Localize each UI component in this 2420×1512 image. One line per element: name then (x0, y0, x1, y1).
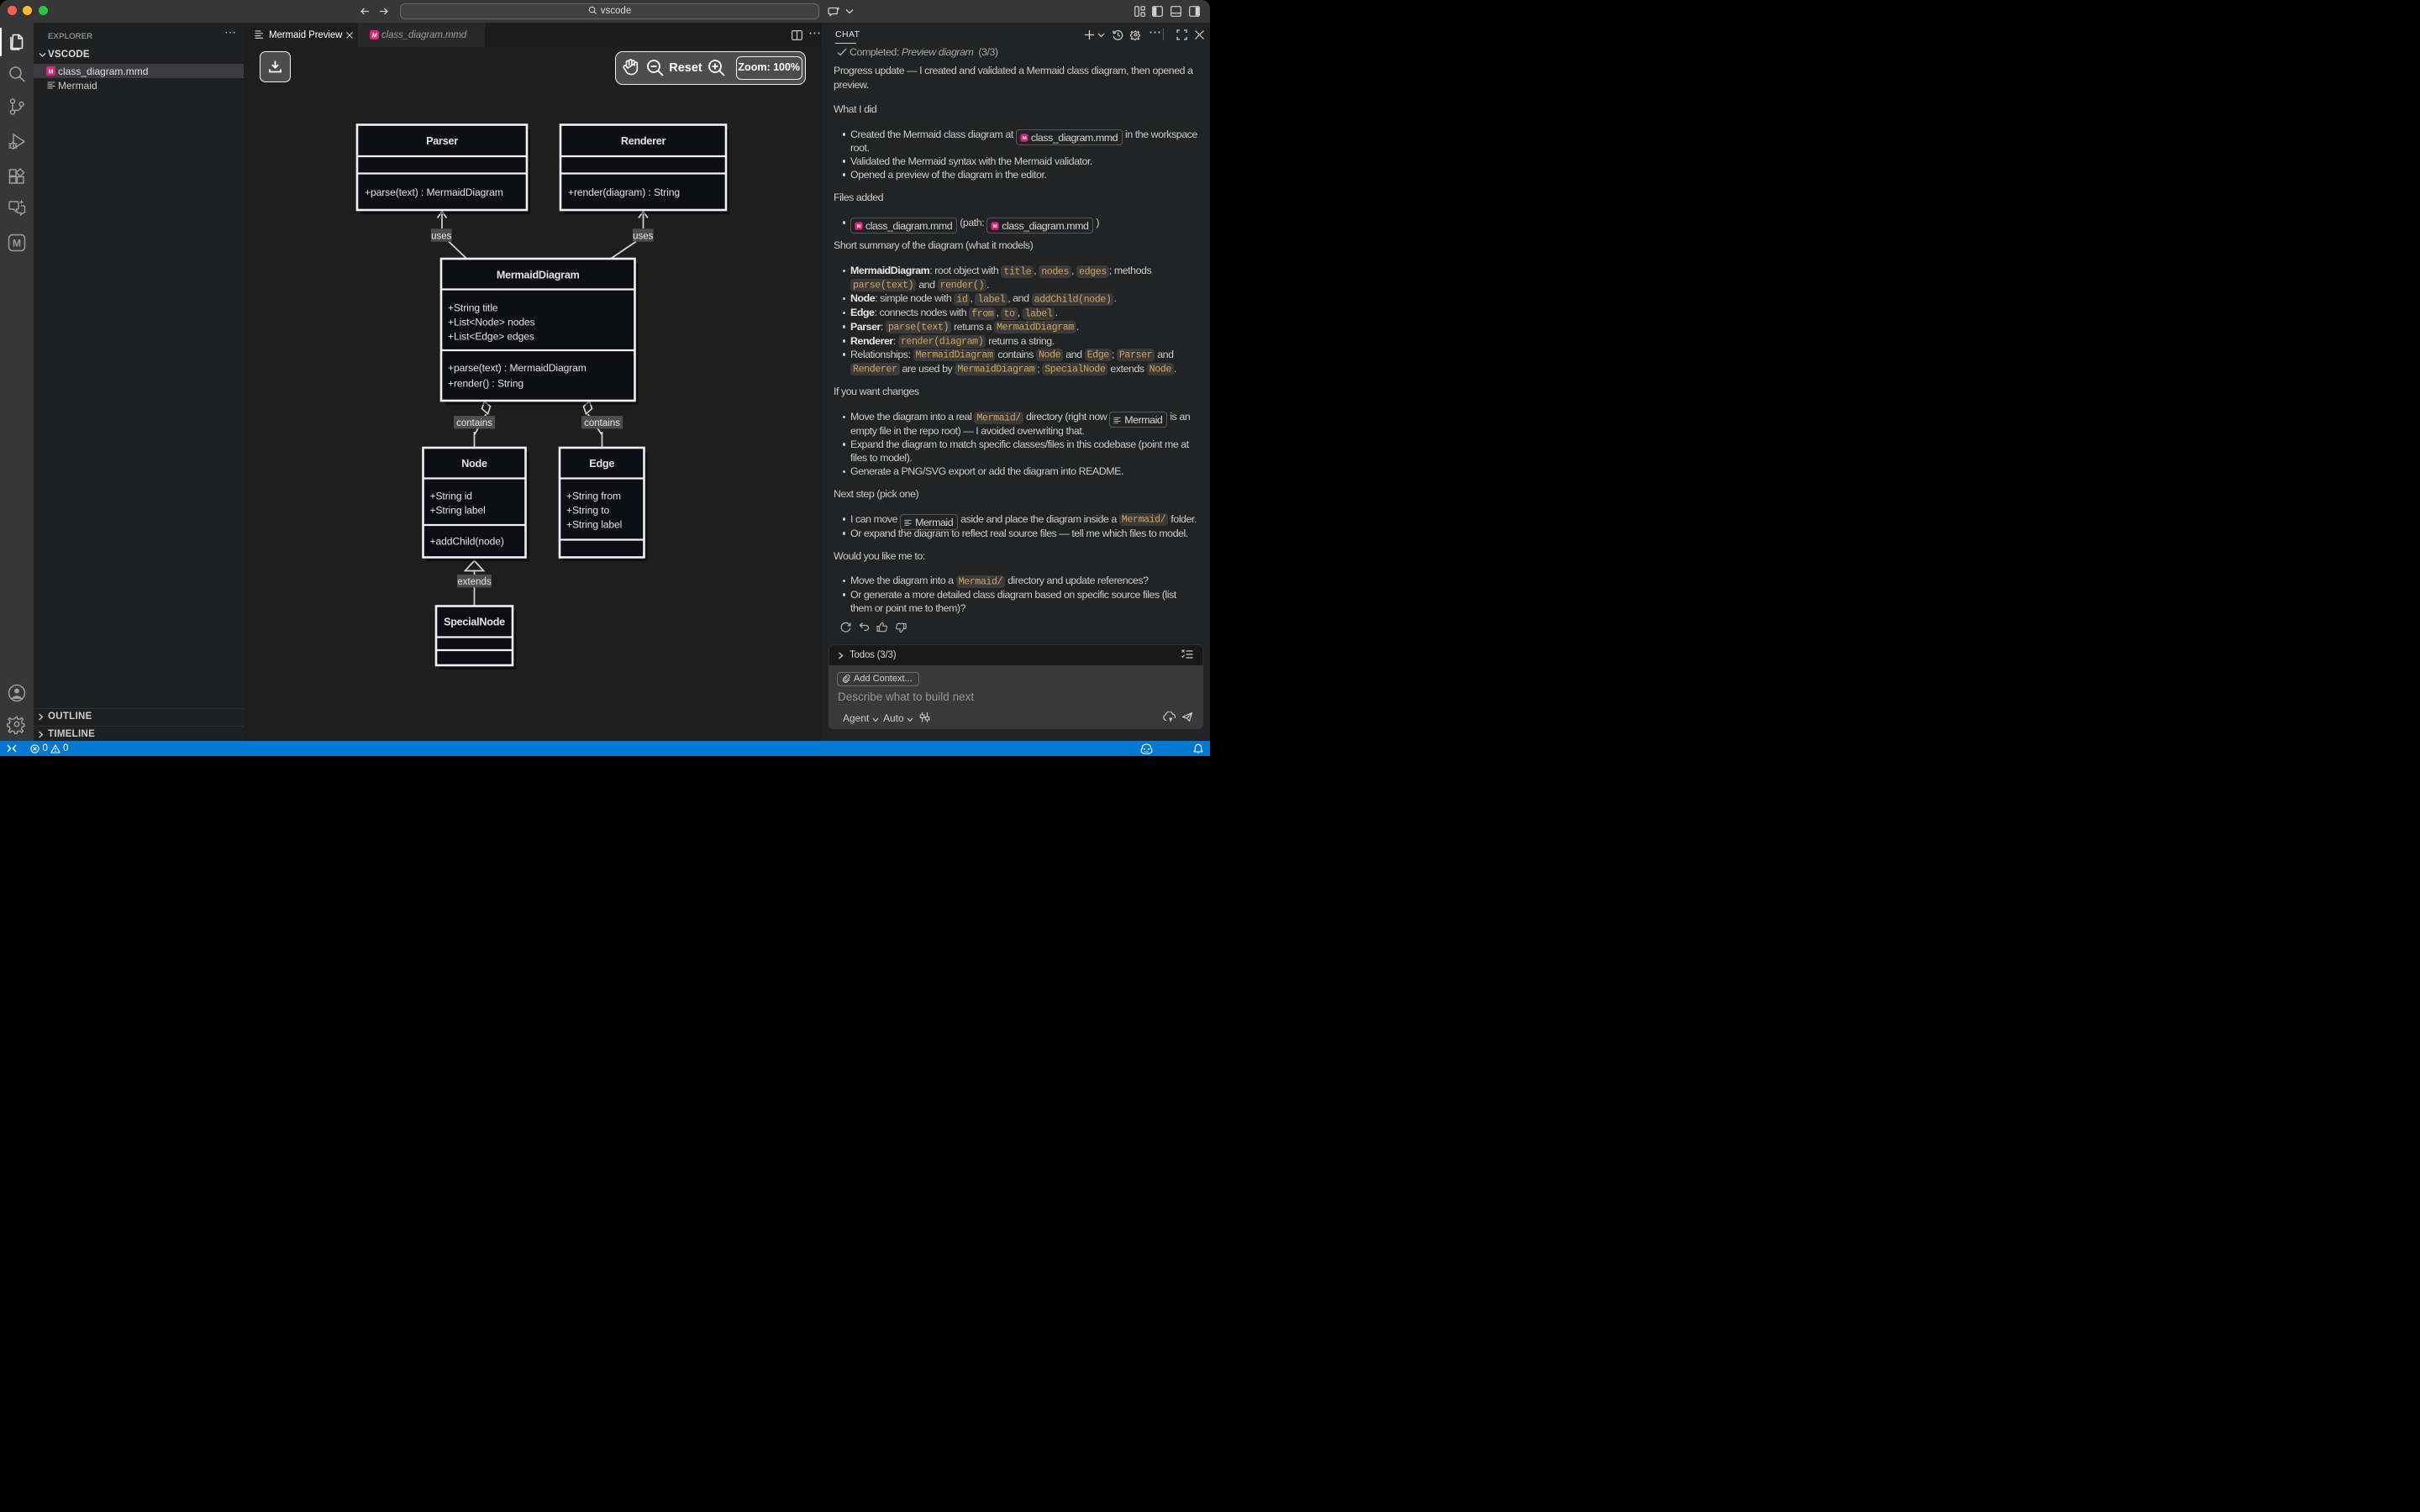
svg-text:M: M (372, 33, 377, 39)
svg-text:Parser: Parser (426, 135, 458, 147)
svg-text:M: M (1023, 136, 1027, 141)
svg-text:M: M (49, 69, 54, 75)
svg-text:+addChild(node): +addChild(node) (430, 536, 504, 548)
svg-text:+String to: +String to (566, 505, 609, 517)
svg-text:+parse(text) : MermaidDiagram: +parse(text) : MermaidDiagram (448, 362, 587, 374)
svg-text:uses: uses (431, 231, 452, 241)
svg-text:extends: extends (457, 577, 492, 587)
svg-text:Node: Node (461, 458, 487, 470)
svg-text:+String from: +String from (566, 491, 621, 502)
svg-text:Renderer: Renderer (621, 135, 666, 147)
svg-text:+String label: +String label (566, 519, 622, 531)
svg-text:contains: contains (584, 418, 620, 428)
svg-text:MermaidDiagram: MermaidDiagram (497, 270, 580, 281)
svg-text:contains: contains (456, 418, 492, 428)
svg-text:+parse(text) : MermaidDiagram: +parse(text) : MermaidDiagram (365, 186, 503, 198)
svg-text:+render() : String: +render() : String (448, 378, 523, 390)
svg-text:+String title: +String title (448, 302, 498, 314)
svg-text:uses: uses (633, 231, 654, 241)
svg-text:M: M (857, 224, 861, 229)
svg-text:+List<Node> nodes: +List<Node> nodes (448, 317, 535, 328)
svg-text:+List<Edge> edges: +List<Edge> edges (448, 331, 534, 343)
svg-text:M: M (993, 224, 997, 229)
svg-text:M: M (13, 238, 21, 249)
svg-text:SpecialNode: SpecialNode (444, 617, 505, 628)
svg-text:+render(diagram) : String: +render(diagram) : String (568, 186, 680, 198)
svg-text:+String label: +String label (430, 505, 486, 517)
svg-text:+String id: +String id (430, 491, 472, 502)
svg-text:Edge: Edge (589, 458, 614, 470)
